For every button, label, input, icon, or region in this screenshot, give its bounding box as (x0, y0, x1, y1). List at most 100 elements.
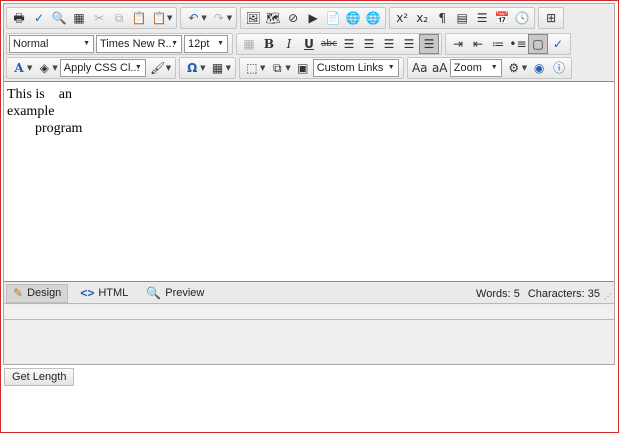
insert-symbol-icon[interactable]: Ω (182, 58, 202, 78)
content-line-1: This is an (7, 87, 72, 102)
convert-to-lower-icon[interactable]: aA (430, 58, 450, 78)
insert-symbol-dropdown-icon[interactable]: ▼ (200, 64, 205, 72)
module-toggle-icon[interactable]: ⚙ (504, 58, 524, 78)
insert-date-icon[interactable]: 📅 (492, 8, 512, 28)
format-brush-dropdown-icon[interactable]: ▼ (166, 64, 171, 72)
snippet-dropdown-icon[interactable]: ▼ (285, 64, 290, 72)
form-element-dropdown-icon[interactable]: ▼ (260, 64, 265, 72)
paste-options-icon[interactable]: 📋 (149, 8, 169, 28)
insert-form-element-icon[interactable]: ⬚ (242, 58, 262, 78)
editor-content-area[interactable]: This is an example program (4, 81, 614, 282)
cut-icon[interactable]: ✂ (89, 8, 109, 28)
back-color-dropdown-icon[interactable]: ▼ (52, 64, 57, 72)
fore-color-icon[interactable]: A (9, 58, 29, 78)
back-color-icon[interactable]: ◈ (34, 58, 54, 78)
convert-to-upper-icon[interactable]: Aa (410, 58, 430, 78)
insert-snippet-icon[interactable]: ⧉ (267, 58, 287, 78)
indent-icon[interactable]: ⇥ (448, 34, 468, 54)
insert-table-dropdown-icon[interactable]: ▼ (226, 64, 231, 72)
format-brush-icon[interactable]: 🖌 (148, 58, 168, 78)
module-manager-icon[interactable]: ⊞ (541, 8, 561, 28)
resize-grip-icon[interactable]: ⋰ (604, 292, 612, 301)
font-name-select[interactable]: Times New R... ▼ (96, 35, 182, 53)
character-count: Characters: 35 (527, 287, 600, 300)
remove-link-icon[interactable]: 🌐 (363, 8, 383, 28)
tab-preview[interactable]: 🔍 Preview (140, 284, 210, 303)
numbered-list-icon[interactable]: ≔ (488, 34, 508, 54)
format-stripper-icon[interactable]: ▤ (452, 8, 472, 28)
subscript-icon[interactable]: x₂ (412, 8, 432, 28)
image-manager-icon[interactable]: 🖼 (243, 8, 263, 28)
toolbar-area: 🖶 ✓ 🔍 ▦ ✂ ⧉ 📋 📋▼ ↶▼ ↷▼ 🖼 🗺 ⊘ ▶ 📄 🌐 � (4, 4, 614, 80)
table-properties-icon[interactable]: ▦ (239, 34, 259, 54)
align-center-icon[interactable]: ☰ (359, 34, 379, 54)
insert-time-icon[interactable]: 🕓 (512, 8, 532, 28)
document-manager-icon[interactable]: 📄 (323, 8, 343, 28)
get-length-button[interactable]: Get Length (4, 368, 75, 386)
superscript-icon[interactable]: x² (392, 8, 412, 28)
bulleted-list-icon[interactable]: •≡ (508, 34, 528, 54)
content-line-2: example (7, 104, 55, 119)
font-size-select[interactable]: 12pt ▼ (184, 35, 228, 53)
insert-horizontal-rule-icon[interactable]: ☰ (472, 8, 492, 28)
fore-color-dropdown-icon[interactable]: ▼ (27, 64, 32, 72)
media-manager-icon[interactable]: ▶ (303, 8, 323, 28)
module-toggle-dropdown-icon[interactable]: ▼ (522, 64, 527, 72)
insert-table-icon[interactable]: ▦ (208, 58, 228, 78)
undo-dropdown-icon[interactable]: ▼ (201, 14, 206, 22)
hyperlink-manager-icon[interactable]: 🌐 (343, 8, 363, 28)
paragraph-marks-icon[interactable]: ¶ (432, 8, 452, 28)
align-right-icon[interactable]: ☰ (379, 34, 399, 54)
toolbar-group-media: 🖼 🗺 ⊘ ▶ 📄 🌐 🌐 (240, 7, 387, 29)
help-icon[interactable]: ⓘ (549, 58, 569, 78)
css-class-select[interactable]: Apply CSS Cl... ▼ (59, 59, 146, 77)
toggle-borders-icon[interactable]: ▢ (528, 34, 548, 54)
paste-icon[interactable]: 📋 (129, 8, 149, 28)
bold-icon[interactable]: B (259, 34, 279, 54)
tab-html[interactable]: <> HTML (74, 284, 134, 303)
justify-icon[interactable]: ☰ (399, 34, 419, 54)
copy-icon[interactable]: ⧉ (109, 8, 129, 28)
pencil-icon: ✎ (13, 286, 24, 300)
zoom-select[interactable]: Zoom ▼ (449, 59, 502, 77)
italic-icon[interactable]: I (279, 34, 299, 54)
paragraph-style-select[interactable]: Normal ▼ (9, 35, 94, 53)
status-bar (4, 305, 614, 320)
chevron-down-icon: ▼ (490, 64, 498, 71)
spellcheck-icon[interactable]: ✓ (29, 8, 49, 28)
redo-icon[interactable]: ↷ (209, 8, 229, 28)
editor-mode-bar: ✎ Design <> HTML 🔍 Preview Words: 5 Charact… (4, 283, 614, 304)
xhtml-validator-icon[interactable]: ✓ (548, 34, 568, 54)
toolbar-group-view: Aa aA Zoom ▼ ⚙ ▼ ◉ ⓘ (406, 57, 573, 79)
content-line-3: program (35, 121, 83, 136)
underline-icon[interactable]: U (299, 34, 319, 54)
find-icon[interactable]: 🔍 (49, 8, 69, 28)
chevron-down-icon: ▼ (83, 40, 90, 47)
flash-manager-icon[interactable]: ⊘ (283, 8, 303, 28)
toolbar-group-lists: ⇥ ⇤ ≔ •≡ ▢ ✓ (445, 33, 571, 55)
justify-none-icon[interactable]: ☰ (419, 34, 439, 54)
custom-links-select[interactable]: Custom Links ▼ (312, 59, 399, 77)
template-manager-icon[interactable]: ▣ (293, 58, 313, 78)
paste-options-dropdown-icon[interactable]: ▼ (167, 14, 172, 22)
code-brackets-icon: <> (80, 286, 95, 300)
toolbar-group-format: x² x₂ ¶ ▤ ☰ 📅 🕓 (389, 7, 536, 29)
strikethrough-icon[interactable]: abc (319, 34, 339, 54)
toolbar-group-undo: ↶ ▼ ↷ ▼ (180, 7, 238, 29)
toolbar-group-colors: A ▼ ◈ ▼ Apply CSS Cl... ▼ 🖌 ▼ (6, 57, 177, 79)
outdent-icon[interactable]: ⇤ (468, 34, 488, 54)
toolbar-group-text: ▦ B I U abc ☰ ☰ ☰ ☰ ☰ (236, 33, 442, 55)
undo-icon[interactable]: ↶ (183, 8, 203, 28)
image-map-icon[interactable]: 🗺 (263, 8, 283, 28)
bottom-panel (4, 321, 614, 364)
print-icon[interactable]: 🖶 (9, 8, 29, 28)
toolbar-group-elements: ⬚ ▼ ⧉ ▼ ▣ Custom Links ▼ (238, 57, 404, 79)
tab-design[interactable]: ✎ Design (6, 283, 69, 303)
word-count: Words: 5 (476, 287, 520, 300)
chevron-down-icon: ▼ (387, 64, 395, 71)
redo-dropdown-icon[interactable]: ▼ (227, 14, 232, 22)
align-left-icon[interactable]: ☰ (339, 34, 359, 54)
select-all-icon[interactable]: ▦ (69, 8, 89, 28)
rich-text-editor: 🖶 ✓ 🔍 ▦ ✂ ⧉ 📋 📋▼ ↶▼ ↷▼ 🖼 🗺 ⊘ ▶ 📄 🌐 � (3, 3, 615, 365)
ajax-spellcheck-icon[interactable]: ◉ (529, 58, 549, 78)
